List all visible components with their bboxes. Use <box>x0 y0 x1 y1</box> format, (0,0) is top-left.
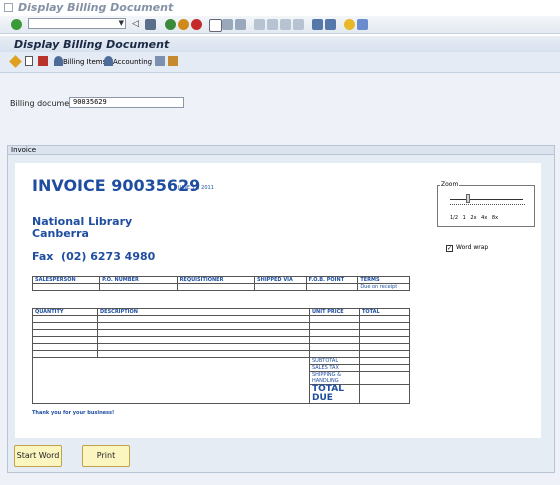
print-button[interactable]: Print <box>82 445 130 467</box>
help-icon[interactable] <box>344 19 355 30</box>
header-cell: TOTAL <box>359 308 410 316</box>
sales-tax-label: SALES TAX <box>309 364 360 372</box>
company-city: Canberra <box>32 227 89 240</box>
zoom-tick: 8x <box>491 215 499 221</box>
new-session-icon[interactable] <box>312 19 323 30</box>
header-cell: DESCRIPTION <box>97 308 310 316</box>
table-row <box>32 322 410 330</box>
value-cell <box>31 283 101 291</box>
thank-you-note: Thank you for your business! <box>32 410 115 416</box>
enter-icon[interactable] <box>11 19 22 30</box>
table-row <box>32 350 410 358</box>
forward-icon[interactable] <box>168 56 178 66</box>
value-cell <box>176 283 256 291</box>
window-icon <box>4 3 13 12</box>
copy-icon[interactable] <box>38 56 48 66</box>
back-icon[interactable]: ◁ <box>132 19 139 30</box>
layout-icon[interactable] <box>357 19 368 30</box>
zoom-tick: 4x <box>481 215 488 221</box>
invoice-header-table: SALESPERSON P.O. NUMBER REQUISITIONER SH… <box>31 276 410 291</box>
total-due-label: TOTAL DUE <box>309 384 360 404</box>
subtotal-label: SUBTOTAL <box>309 357 360 365</box>
table-row: SUBTOTAL <box>32 357 410 404</box>
zoom-slider-ticks <box>450 204 525 206</box>
zoom-tick: 2x <box>470 215 477 221</box>
last-page-icon[interactable] <box>293 19 304 30</box>
value-cell: Due on receipt <box>357 283 410 291</box>
application-toolbar: Billing Items Accounting <box>0 52 560 73</box>
zoom-label: Zoom <box>440 181 460 188</box>
exit-icon[interactable] <box>178 19 189 30</box>
table-row: QUANTITY DESCRIPTION UNIT PRICE TOTAL <box>32 308 410 316</box>
display-icon[interactable] <box>155 56 165 66</box>
header-cell: QUANTITY <box>32 308 98 316</box>
table-row: SALESPERSON P.O. NUMBER REQUISITIONER SH… <box>31 276 410 284</box>
shipping-label: SHIPPING & HANDLING <box>309 371 360 385</box>
billing-document-field[interactable]: 90035629 <box>69 97 184 108</box>
header-cell: SHIPPED VIA <box>254 276 307 284</box>
zoom-tick: 1 <box>462 215 466 221</box>
value-cell <box>99 283 178 291</box>
table-row <box>32 343 410 351</box>
header-cell: UNIT PRICE <box>309 308 360 316</box>
system-toolbar: ▼ ◁ <box>0 16 560 34</box>
company-fax: Fax (02) 6273 4980 <box>32 250 156 263</box>
value-cell <box>305 283 359 291</box>
document-icon[interactable] <box>25 56 33 66</box>
header-cell: SALESPERSON <box>31 276 101 284</box>
cancel-icon[interactable] <box>191 19 202 30</box>
find-next-icon[interactable] <box>235 19 246 30</box>
next-page-icon[interactable] <box>280 19 291 30</box>
word-wrap-label: Word wrap <box>456 244 489 251</box>
table-row <box>32 315 410 323</box>
window-title-bar: Display Billing Document <box>0 0 560 16</box>
header-cell: TERMS <box>357 276 410 284</box>
zoom-tick-labels: 1/2 1 2x 4x 8x <box>450 215 498 221</box>
app-title-bar: Display Billing Document <box>0 36 560 52</box>
header-cell: F.O.B. POINT <box>305 276 359 284</box>
billing-document-label: Billing document <box>10 99 78 108</box>
header-cell: REQUISITIONER <box>176 276 256 284</box>
previous-page-icon[interactable] <box>267 19 278 30</box>
print-icon[interactable] <box>209 19 222 32</box>
accounting-button[interactable]: Accounting <box>113 58 152 66</box>
view-options-panel: Zoom 1/2 1 2x 4x 8x ✓ Word wrap <box>430 163 541 438</box>
save-icon[interactable] <box>145 19 156 30</box>
invoice-items-table: QUANTITY DESCRIPTION UNIT PRICE TOTAL SU… <box>32 308 410 404</box>
invoice-group-title: Invoice <box>7 145 555 155</box>
command-field[interactable]: ▼ <box>28 18 126 29</box>
billing-items-button[interactable]: Billing Items <box>63 58 106 66</box>
invoice-preview: INVOICE 90035629 JUNE 12, 2011 National … <box>15 163 430 438</box>
zoom-slider-track[interactable] <box>450 199 523 200</box>
invoice-date: JUNE 12, 2011 <box>178 185 214 191</box>
table-row <box>32 336 410 344</box>
window-title: Display Billing Document <box>18 1 174 14</box>
start-word-button[interactable]: Start Word <box>14 445 62 467</box>
word-wrap-checkbox[interactable]: ✓ <box>446 245 453 252</box>
page-title: Display Billing Document <box>14 38 170 51</box>
invoice-heading: INVOICE 90035629 <box>32 176 201 195</box>
back-nav-icon[interactable] <box>165 19 176 30</box>
person-icon <box>104 56 113 66</box>
find-icon[interactable] <box>222 19 233 30</box>
table-row <box>32 329 410 337</box>
first-page-icon[interactable] <box>254 19 265 30</box>
zoom-tick: 1/2 <box>450 215 459 221</box>
person-icon <box>54 56 63 66</box>
value-cell <box>254 283 307 291</box>
zoom-slider-handle[interactable] <box>466 194 471 203</box>
edit-icon[interactable] <box>9 55 22 68</box>
header-cell: P.O. NUMBER <box>99 276 178 284</box>
shortcut-icon[interactable] <box>325 19 336 30</box>
chevron-down-icon[interactable]: ▼ <box>119 19 124 28</box>
table-row: Due on receipt <box>31 283 410 291</box>
